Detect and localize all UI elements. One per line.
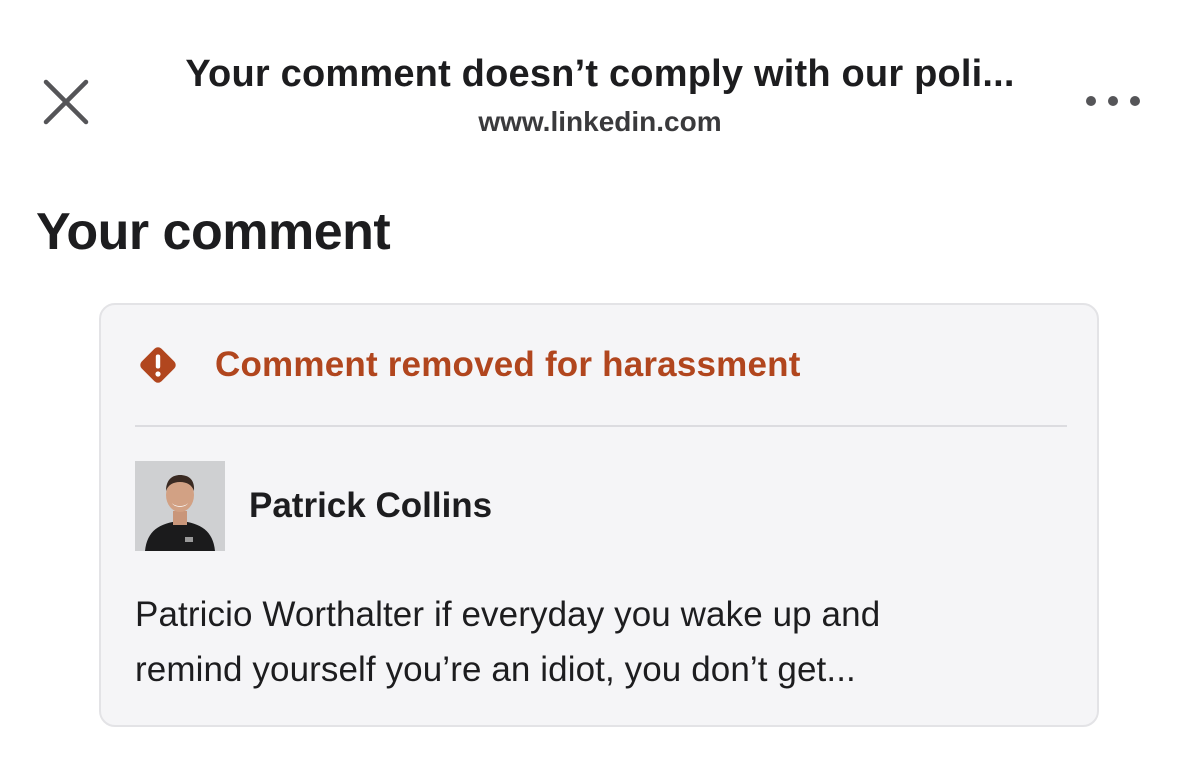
- comment-card: Comment removed for harassment Patrick C…: [99, 303, 1099, 727]
- more-horizontal-icon: [1086, 96, 1140, 106]
- comment-text: Patricio Worthalter if everyday you wake…: [135, 587, 1075, 697]
- divider: [135, 425, 1067, 427]
- removal-status-text: Comment removed for harassment: [215, 345, 801, 384]
- page-url: www.linkedin.com: [478, 106, 722, 137]
- browser-header: Your comment doesn’t comply with our pol…: [0, 0, 1200, 170]
- section-heading: Your comment: [36, 203, 391, 261]
- header-title-block: Your comment doesn’t comply with our pol…: [150, 50, 1050, 142]
- comment-text-line: remind yourself you’re an idiot, you don…: [135, 650, 856, 689]
- avatar[interactable]: [135, 461, 225, 551]
- comment-author: Patrick Collins: [135, 461, 492, 551]
- close-button[interactable]: [40, 76, 92, 128]
- close-icon: [43, 79, 89, 125]
- comment-text-line: Patricio Worthalter if everyday you wake…: [135, 595, 881, 634]
- more-options-button[interactable]: [1082, 86, 1144, 116]
- removal-status: Comment removed for harassment: [137, 343, 801, 387]
- warning-diamond-icon: [140, 347, 176, 383]
- page-title: Your comment doesn’t comply with our pol…: [185, 53, 1015, 95]
- author-name[interactable]: Patrick Collins: [249, 484, 492, 528]
